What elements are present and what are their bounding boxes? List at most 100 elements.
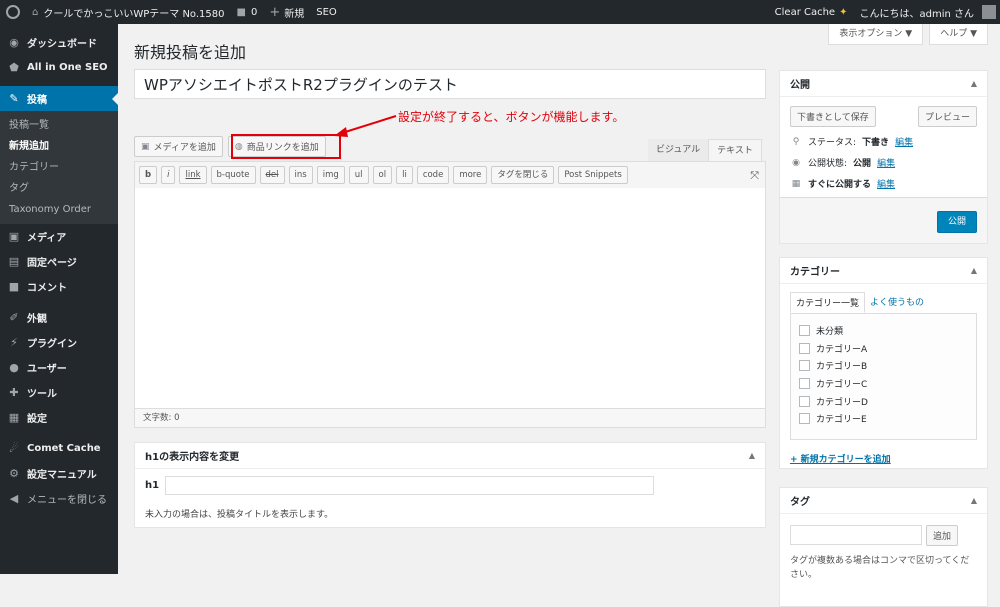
- help-button[interactable]: ヘルプ ▼: [929, 24, 988, 45]
- sidebar-item-aioseo[interactable]: ⬟ All in One SEO: [0, 55, 118, 80]
- new-tag-input[interactable]: [790, 525, 922, 545]
- sidebar-item-pages[interactable]: ▤ 固定ページ: [0, 249, 118, 274]
- sidebar-item-manual[interactable]: ⚙ 設定マニュアル: [0, 461, 118, 486]
- sidebar-item-posts[interactable]: ✎ 投稿: [0, 86, 118, 111]
- list-item[interactable]: カテゴリーC: [799, 375, 968, 393]
- screen-options-button[interactable]: 表示オプション ▼: [828, 24, 924, 45]
- add-media-button[interactable]: ▣ メディアを追加: [134, 136, 223, 157]
- category-checkbox[interactable]: [799, 413, 810, 425]
- comment-icon: ■: [236, 6, 246, 18]
- edit-visibility-link[interactable]: 編集: [877, 156, 895, 169]
- quicktag-link[interactable]: link: [179, 166, 207, 184]
- category-checkbox[interactable]: [799, 325, 810, 337]
- tags-metabox: タグ ▲ 追加 タグが複数ある場合はコンマで区切ってください。: [779, 487, 988, 607]
- sidebar-item-label: 設定: [27, 414, 47, 425]
- submenu-categories[interactable]: カテゴリー: [0, 157, 118, 178]
- submenu-add-new[interactable]: 新規追加: [0, 136, 118, 157]
- quicktag-code[interactable]: code: [416, 166, 450, 184]
- comet-icon: ☄: [9, 442, 19, 455]
- quicktag-ul[interactable]: ul: [348, 166, 369, 184]
- visibility-value: 公開: [853, 159, 872, 169]
- publish-button[interactable]: 公開: [936, 211, 977, 233]
- submenu-tags[interactable]: タグ: [0, 178, 118, 199]
- dashboard-icon: ◉: [9, 36, 19, 49]
- comment-icon: ■: [8, 280, 20, 293]
- sidebar-item-tools[interactable]: ✚ ツール: [0, 380, 118, 405]
- quicktag-ins[interactable]: ins: [288, 166, 313, 184]
- clear-cache-label: Clear Cache: [774, 6, 836, 18]
- media-icon: ▣: [141, 141, 150, 152]
- sidebar-item-media[interactable]: ▣ メディア: [0, 224, 118, 249]
- user-icon: ●: [9, 361, 19, 374]
- sidebar-item-label: メディア: [27, 233, 67, 244]
- list-item[interactable]: カテゴリーB: [799, 357, 968, 375]
- sidebar-item-settings[interactable]: ▦ 設定: [0, 405, 118, 430]
- submenu-all-posts[interactable]: 投稿一覧: [0, 115, 118, 136]
- h1-metabox-header[interactable]: h1の表示内容を変更 ▲: [135, 443, 765, 469]
- quicktag-del[interactable]: del: [259, 166, 285, 184]
- collapse-menu-button[interactable]: ◀ メニューを閉じる: [0, 486, 118, 511]
- status-label: ステータス:: [808, 138, 857, 148]
- add-new-category-link[interactable]: + 新規カテゴリーを追加: [790, 455, 891, 465]
- fullscreen-icon[interactable]: ⤧: [750, 169, 759, 183]
- quicktag-ol[interactable]: ol: [372, 166, 393, 184]
- list-item[interactable]: カテゴリーA: [799, 340, 968, 358]
- tab-visual[interactable]: ビジュアル: [648, 139, 709, 161]
- account-menu[interactable]: こんにちは、admin さん: [853, 0, 1000, 24]
- comments-count: 0: [250, 6, 258, 18]
- site-name-menu[interactable]: ⌂ クールでかっこいいWPテーマ No.1580: [26, 0, 231, 24]
- publish-metabox: 公開 ▲ 下書きとして保存 プレビュー ⚲ ステータス: 下書き 編集 ◉ 公開状態: 公開…: [779, 70, 988, 244]
- sidebar-item-comments[interactable]: ■ コメント: [0, 274, 118, 299]
- sidebar-item-appearance[interactable]: ✐ 外観: [0, 305, 118, 330]
- quicktag-more[interactable]: more: [453, 166, 488, 184]
- quicktag-bold[interactable]: b: [139, 166, 158, 184]
- comments-menu[interactable]: ■ 0: [231, 0, 264, 24]
- sidebar-item-comet-cache[interactable]: ☄ Comet Cache: [0, 436, 118, 461]
- quicktag-img[interactable]: img: [316, 166, 345, 184]
- list-item[interactable]: カテゴリーD: [799, 392, 968, 410]
- add-tag-button[interactable]: 追加: [926, 525, 959, 546]
- tags-metabox-header[interactable]: タグ ▲: [780, 488, 987, 514]
- sidebar-item-dashboard[interactable]: ◉ ダッシュボード: [0, 30, 118, 55]
- categories-metabox-header[interactable]: カテゴリー ▲: [780, 258, 987, 284]
- category-checkbox[interactable]: [799, 342, 810, 354]
- quicktag-post-snippets[interactable]: Post Snippets: [558, 166, 628, 184]
- quicktag-blockquote[interactable]: b-quote: [210, 166, 256, 184]
- tab-all-categories[interactable]: カテゴリー一覧: [790, 292, 866, 313]
- wp-logo-menu[interactable]: [0, 0, 26, 24]
- caret-up-icon[interactable]: ▲: [971, 496, 977, 505]
- visibility-row: ◉ 公開状態: 公開 編集: [780, 152, 987, 173]
- clear-cache-button[interactable]: Clear Cache ✦: [769, 0, 854, 24]
- tab-text[interactable]: テキスト: [708, 139, 762, 161]
- new-content-menu[interactable]: + 新規: [263, 0, 310, 24]
- tab-popular-categories[interactable]: よく使うもの: [865, 292, 929, 313]
- quicktag-close-tags[interactable]: タグを閉じる: [491, 166, 555, 184]
- save-draft-button[interactable]: 下書きとして保存: [790, 106, 876, 127]
- sidebar-item-plugins[interactable]: ⚡ プラグイン: [0, 330, 118, 355]
- greeting: こんにちは、admin さん: [859, 8, 974, 20]
- site-name: クールでかっこいいWPテーマ No.1580: [43, 8, 225, 20]
- post-title-input[interactable]: WPアソシエイトポストR2プラグインのテスト: [134, 69, 766, 99]
- caret-up-icon[interactable]: ▲: [749, 451, 755, 460]
- list-item[interactable]: 未分類: [799, 322, 968, 340]
- category-checkbox[interactable]: [799, 360, 810, 372]
- caret-up-icon[interactable]: ▲: [971, 266, 977, 275]
- quicktag-italic[interactable]: i: [161, 166, 176, 184]
- submenu-taxonomy-order[interactable]: Taxonomy Order: [0, 199, 118, 220]
- metabox-title: h1の表示内容を変更: [145, 452, 240, 463]
- pin-icon: ✎: [9, 92, 19, 105]
- seo-menu[interactable]: SEO: [310, 0, 343, 24]
- edit-schedule-link[interactable]: 編集: [877, 177, 895, 190]
- preview-button[interactable]: プレビュー: [917, 106, 977, 127]
- sidebar-item-users[interactable]: ● ユーザー: [0, 355, 118, 380]
- content-textarea[interactable]: [134, 188, 766, 409]
- category-checkbox[interactable]: [799, 378, 810, 390]
- list-item[interactable]: カテゴリーE: [799, 410, 968, 428]
- publish-metabox-header[interactable]: 公開 ▲: [780, 71, 987, 97]
- h1-input[interactable]: [165, 476, 655, 495]
- category-checkbox[interactable]: [799, 395, 810, 407]
- caret-up-icon[interactable]: ▲: [971, 79, 977, 88]
- quicktag-li[interactable]: li: [396, 166, 413, 184]
- sidebar-item-label: ツール: [27, 389, 57, 400]
- edit-status-link[interactable]: 編集: [895, 135, 913, 148]
